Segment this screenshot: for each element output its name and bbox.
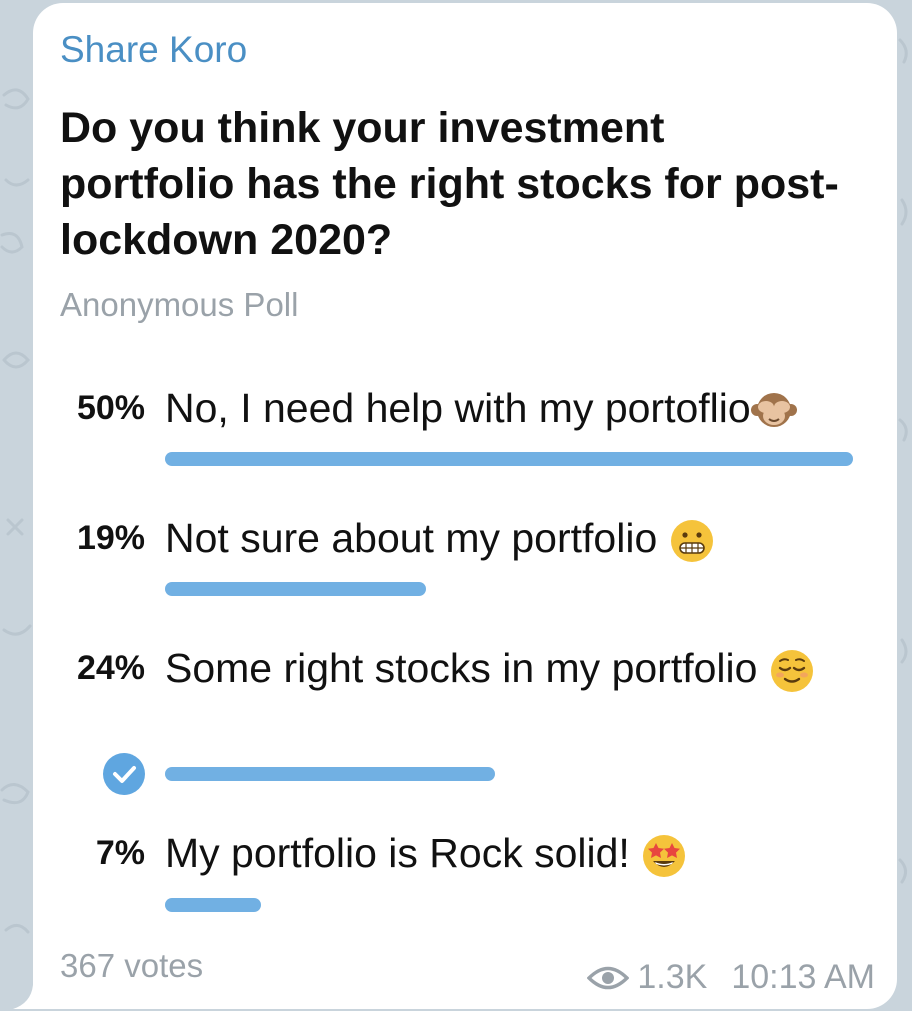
- poll-message-bubble: Share Koro Do you think your investment …: [33, 3, 897, 1009]
- star-struck-icon: [643, 835, 686, 878]
- view-count: 1.3K: [637, 958, 708, 996]
- poll-option-label: My portfolio is Rock solid!: [165, 830, 642, 876]
- poll-option-label: Some right stocks in my portfolio: [165, 645, 769, 691]
- message-time: 10:13 AM: [731, 958, 875, 996]
- poll-option-bar: [165, 582, 426, 596]
- see-no-evil-monkey-icon: [750, 393, 797, 428]
- poll-option-text: Some right stocks in my portfolio: [165, 643, 865, 694]
- poll-option-percent: 7%: [95, 834, 145, 872]
- grimacing-face-icon: [670, 520, 713, 563]
- selected-check-icon: [103, 753, 145, 795]
- poll-option-percent: 50%: [76, 389, 145, 427]
- message-meta: 1.3K 10:13 AM: [587, 958, 875, 997]
- poll-type-label: Anonymous Poll: [60, 286, 299, 323]
- vote-count[interactable]: 367 votes: [60, 947, 203, 985]
- poll-option-label: No, I need help with my portoflio: [165, 385, 751, 431]
- poll-option-bar: [165, 767, 495, 781]
- poll-option-label: Not sure about my portfolio: [165, 515, 669, 561]
- poll-option-bar: [165, 898, 261, 912]
- poll-option-percent: 24%: [76, 649, 145, 687]
- poll-option-text: Not sure about my portfolio: [165, 513, 865, 564]
- poll-option-percent: 19%: [76, 519, 145, 557]
- poll-option-bar: [165, 452, 853, 466]
- poll-option-text: No, I need help with my portoflio: [165, 383, 865, 434]
- poll-question: Do you think your investment portfolio h…: [60, 104, 839, 264]
- eye-icon: [587, 966, 630, 989]
- channel-name[interactable]: Share Koro: [60, 29, 247, 71]
- relieved-face-icon: [770, 650, 813, 693]
- poll-option-text: My portfolio is Rock solid!: [165, 828, 865, 879]
